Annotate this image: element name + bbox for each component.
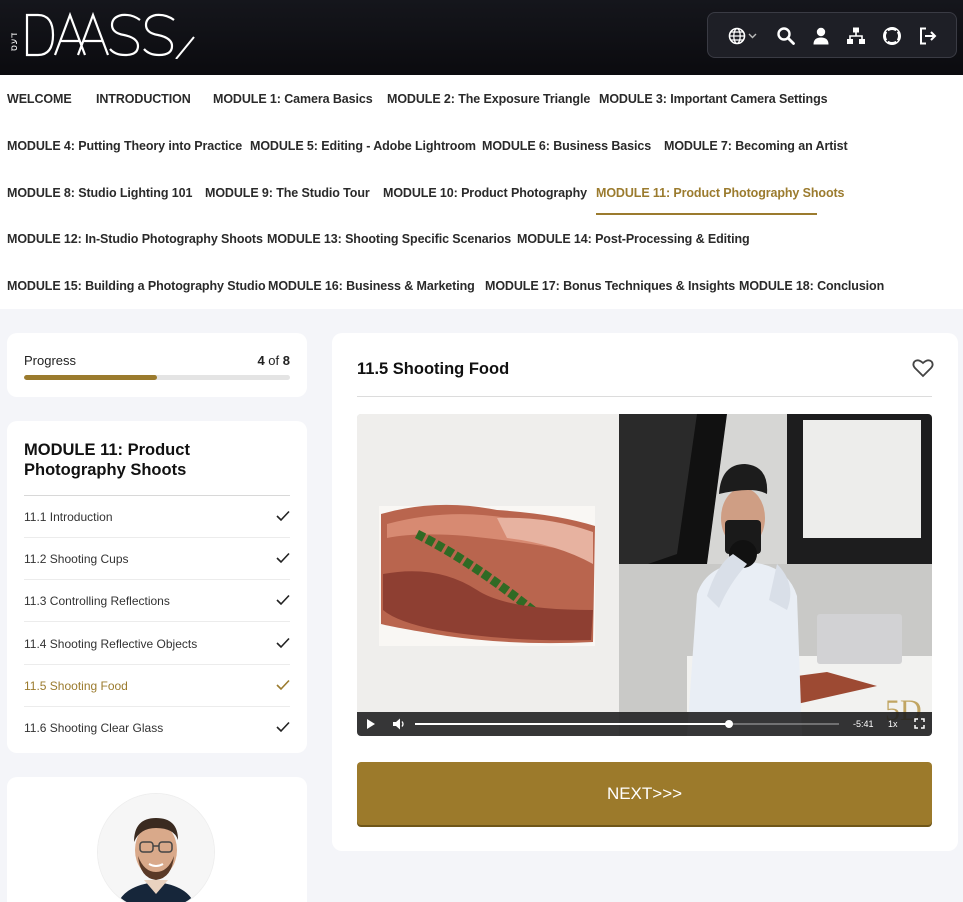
video-seek-bar[interactable]	[415, 720, 839, 728]
lesson-item[interactable]: 11.1 Introduction	[24, 496, 290, 538]
nav-module-11[interactable]: MODULE 11: Product Photography Shoots	[596, 186, 845, 200]
nav-module-10[interactable]: MODULE 10: Product Photography	[383, 186, 587, 200]
nav-module-9[interactable]: MODULE 9: The Studio Tour	[205, 186, 370, 200]
progress-bar	[24, 375, 290, 380]
nav-introduction[interactable]: INTRODUCTION	[96, 92, 191, 106]
lesson-item[interactable]: 11.4 Shooting Reflective Objects	[24, 623, 290, 665]
search-icon[interactable]	[776, 26, 796, 46]
logout-icon[interactable]	[918, 26, 938, 46]
check-icon	[276, 679, 290, 691]
lesson-item-active[interactable]: 11.5 Shooting Food	[24, 665, 290, 707]
video-player[interactable]: 5D -5:41 1x	[357, 414, 932, 736]
heart-icon[interactable]	[912, 358, 934, 378]
module-title: MODULE 11: Product Photography Shoots	[24, 441, 190, 479]
progress-label: Progress	[24, 353, 77, 368]
svg-text:דעס: דעס	[9, 32, 19, 51]
module-nav: WELCOME INTRODUCTION MODULE 1: Camera Ba…	[0, 75, 963, 309]
lesson-title: 11.5 Shooting Food	[357, 360, 510, 378]
brand-logo[interactable]: דעס	[8, 11, 198, 59]
nav-module-12[interactable]: MODULE 12: In-Studio Photography Shoots	[7, 232, 263, 246]
progress-total: 8	[282, 353, 290, 368]
active-tab-indicator	[596, 213, 817, 215]
playback-speed-button[interactable]: 1x	[888, 719, 898, 729]
lesson-content-card: 11.5 Shooting Food 5D -5:41 1x NEXT>>>	[332, 333, 958, 851]
play-icon[interactable]	[366, 718, 376, 730]
video-time-remaining: -5:41	[853, 719, 874, 729]
video-frame: 5D	[357, 414, 932, 736]
lesson-label: 11.6 Shooting Clear Glass	[24, 721, 164, 735]
progress-current: 4	[257, 353, 265, 368]
nav-module-7[interactable]: MODULE 7: Becoming an Artist	[664, 139, 848, 153]
sitemap-icon[interactable]	[846, 26, 866, 46]
video-seek-handle[interactable]	[724, 720, 733, 728]
video-seek-played	[415, 723, 729, 725]
nav-module-8[interactable]: MODULE 8: Studio Lighting 101	[7, 186, 192, 200]
support-icon[interactable]	[882, 26, 902, 46]
nav-welcome[interactable]: WELCOME	[7, 92, 72, 106]
progress-card: Progress 4 of 8	[7, 333, 307, 397]
progress-separator: of	[268, 353, 280, 368]
lesson-label: 11.3 Controlling Reflections	[24, 594, 170, 608]
lesson-label: 11.1 Introduction	[24, 510, 113, 524]
nav-module-6[interactable]: MODULE 6: Business Basics	[482, 139, 651, 153]
nav-module-17[interactable]: MODULE 17: Bonus Techniques & Insights	[485, 279, 735, 293]
lesson-label: 11.5 Shooting Food	[24, 679, 128, 693]
check-icon	[276, 637, 290, 649]
nav-module-5[interactable]: MODULE 5: Editing - Adobe Lightroom	[250, 139, 476, 153]
lesson-item[interactable]: 11.2 Shooting Cups	[24, 538, 290, 580]
lesson-label: 11.4 Shooting Reflective Objects	[24, 637, 198, 651]
module-lessons-card: MODULE 11: Product Photography Shoots 11…	[7, 421, 307, 753]
nav-module-18[interactable]: MODULE 18: Conclusion	[739, 279, 884, 293]
user-icon[interactable]	[811, 26, 831, 46]
header-toolbar	[707, 12, 957, 58]
fullscreen-icon[interactable]	[914, 718, 925, 729]
divider	[357, 396, 932, 397]
nav-module-15[interactable]: MODULE 15: Building a Photography Studio	[7, 279, 266, 293]
avatar	[98, 794, 214, 902]
nav-module-14[interactable]: MODULE 14: Post-Processing & Editing	[517, 232, 750, 246]
site-header: דעס	[0, 0, 963, 75]
check-icon	[276, 721, 290, 733]
progress-bar-fill	[24, 375, 157, 380]
globe-icon[interactable]	[728, 26, 758, 46]
instructor-card	[7, 777, 307, 902]
nav-module-1[interactable]: MODULE 1: Camera Basics	[213, 92, 373, 106]
nav-module-13[interactable]: MODULE 13: Shooting Specific Scenarios	[267, 232, 511, 246]
check-icon	[276, 552, 290, 564]
lesson-label: 11.2 Shooting Cups	[24, 552, 129, 566]
video-controls: -5:41 1x	[357, 712, 932, 736]
nav-module-2[interactable]: MODULE 2: The Exposure Triangle	[387, 92, 590, 106]
nav-module-4[interactable]: MODULE 4: Putting Theory into Practice	[7, 139, 242, 153]
next-lesson-button[interactable]: NEXT>>>	[357, 762, 932, 825]
volume-icon[interactable]	[392, 717, 406, 731]
nav-module-16[interactable]: MODULE 16: Business & Marketing	[268, 279, 475, 293]
nav-module-3[interactable]: MODULE 3: Important Camera Settings	[599, 92, 828, 106]
check-icon	[276, 594, 290, 606]
lesson-item[interactable]: 11.3 Controlling Reflections	[24, 580, 290, 622]
lesson-item[interactable]: 11.6 Shooting Clear Glass	[24, 707, 290, 749]
check-icon	[276, 510, 290, 522]
progress-count: 4 of 8	[257, 353, 290, 368]
